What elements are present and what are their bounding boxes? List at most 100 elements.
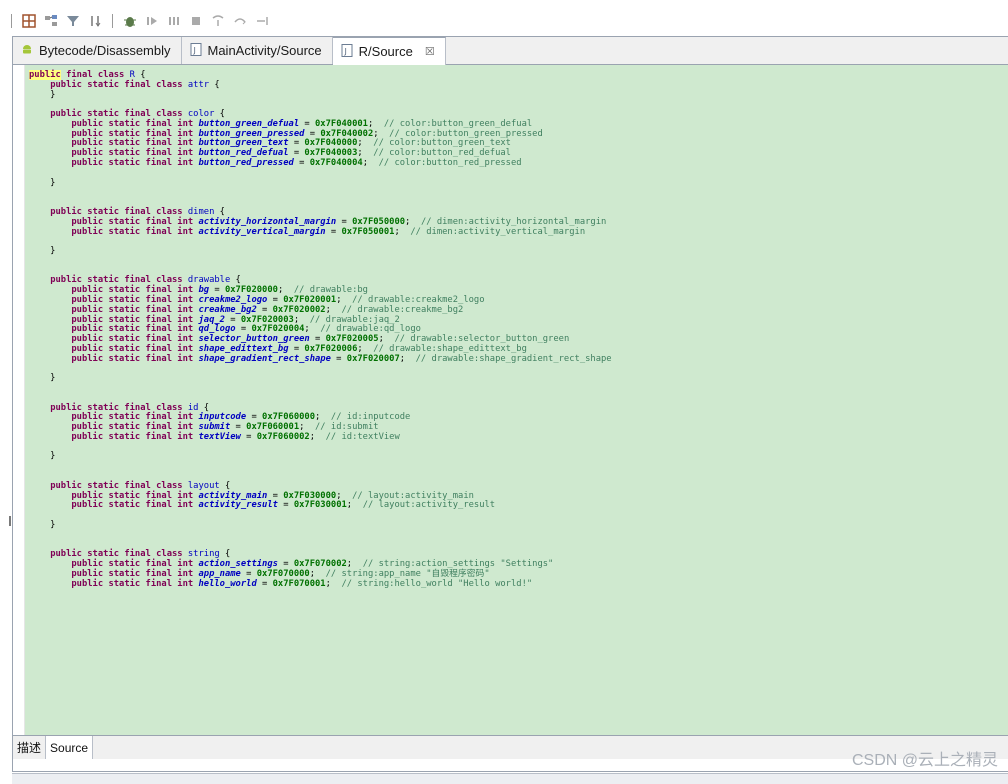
code-token: ; [357, 148, 374, 159]
code-token: drawable [187, 275, 231, 286]
code-line: } [29, 373, 1005, 384]
code-token: } [29, 519, 56, 530]
code-line: public static final int hello_world = 0x… [29, 578, 1005, 590]
step-into-icon[interactable] [210, 13, 226, 29]
code-token: // color:button_green_text [373, 138, 511, 149]
code-token: 0x7F040000 [304, 138, 358, 149]
tab-mainactivity-source[interactable]: J MainActivity/Source [181, 37, 333, 64]
code-token: 0x7F060001 [246, 422, 300, 433]
code-token: = [277, 500, 294, 511]
code-token: public static final int [71, 412, 199, 423]
code-line: } [29, 452, 1005, 462]
code-token: creakme2_logo [198, 294, 268, 305]
hierarchy-icon[interactable] [43, 13, 59, 29]
code-token: dimen [187, 206, 215, 217]
stop-icon[interactable] [188, 13, 204, 29]
code-token: inputcode [198, 412, 247, 423]
tab-r-source[interactable]: J R/Source ☒ [332, 37, 446, 65]
close-icon[interactable]: ☒ [425, 45, 435, 58]
columns-icon[interactable] [166, 13, 182, 29]
code-line: } [29, 178, 1005, 189]
code-editor[interactable]: public final class R { public static fin… [13, 65, 1008, 735]
tab-description[interactable]: 描述 [13, 736, 47, 759]
code-token: public static final class [50, 109, 188, 120]
code-token: public static final int [71, 568, 199, 579]
code-token: public static final int [71, 334, 199, 345]
code-line: public static final class attr { [29, 79, 1005, 91]
code-token: ; [394, 226, 411, 237]
code-token: 0x7F060000 [262, 412, 316, 423]
step-return-icon[interactable] [254, 13, 270, 29]
code-token: = [293, 158, 310, 169]
editor-pane: Bytecode/Disassembly J MainActivity/Sour… [12, 36, 1008, 772]
code-token: action_settings [198, 559, 278, 570]
step-over-icon[interactable] [232, 13, 248, 29]
code-token: ; [325, 304, 342, 315]
resume-icon[interactable] [144, 13, 160, 29]
tab-source[interactable]: Source [46, 736, 94, 759]
grid-icon[interactable] [21, 13, 37, 29]
code-token: shape_edittext_bg [198, 343, 289, 354]
code-token: textView [198, 431, 241, 442]
code-token: public static final int [71, 216, 199, 227]
code-token: // layout:activity_result [362, 500, 496, 511]
sort-icon[interactable] [87, 13, 103, 29]
code-token: { [209, 79, 220, 90]
code-token: // drawable:selector_button_green [394, 334, 570, 345]
tab-label: MainActivity/Source [207, 43, 322, 58]
code-token: { [134, 70, 146, 80]
code-token: 0x7F050001 [341, 226, 395, 237]
code-token: ; [336, 294, 353, 305]
code-token: ; [346, 500, 363, 511]
code-token: attr [187, 79, 210, 90]
code-token: } [29, 373, 56, 384]
code-token: 0x7F070002 [293, 559, 347, 570]
code-token: public static final int [71, 118, 199, 129]
code-token: public static final class [50, 549, 188, 560]
code-token: = [288, 138, 305, 149]
code-token: ; [277, 285, 294, 296]
code-token: ; [304, 324, 321, 335]
code-token: color [187, 109, 215, 120]
code-token: ; [309, 568, 326, 579]
tab-bytecode-disassembly[interactable]: Bytecode/Disassembly [13, 37, 182, 64]
code-token: = [240, 431, 257, 442]
code-token: // drawable:qd_logo [320, 324, 421, 335]
code-token: = [256, 578, 273, 589]
code-token: 0x7F020005 [325, 334, 379, 345]
debug-icon[interactable] [122, 13, 138, 29]
code-token: = [235, 324, 252, 335]
code-token: = [256, 304, 273, 315]
tab-label: Bytecode/Disassembly [39, 43, 171, 58]
code-token: // color:button_red_pressed [378, 158, 522, 169]
code-token: button_green_defual [198, 118, 300, 129]
code-token: // drawable:shape_gradient_rect_shape [415, 353, 612, 364]
code-token: ; [367, 118, 384, 129]
code-token: = [336, 216, 353, 227]
code-token: { [214, 206, 225, 217]
code-token: = [299, 118, 316, 129]
code-token: = [246, 412, 263, 423]
toolbar-separator [112, 14, 113, 28]
code-token: 0x7F020004 [251, 324, 305, 335]
code-token: ; [309, 431, 326, 442]
code-token: public static final int [71, 226, 199, 237]
code-token: public static final int [71, 158, 199, 169]
filter-icon[interactable] [65, 13, 81, 29]
code-token: 0x7F050000 [352, 216, 406, 227]
